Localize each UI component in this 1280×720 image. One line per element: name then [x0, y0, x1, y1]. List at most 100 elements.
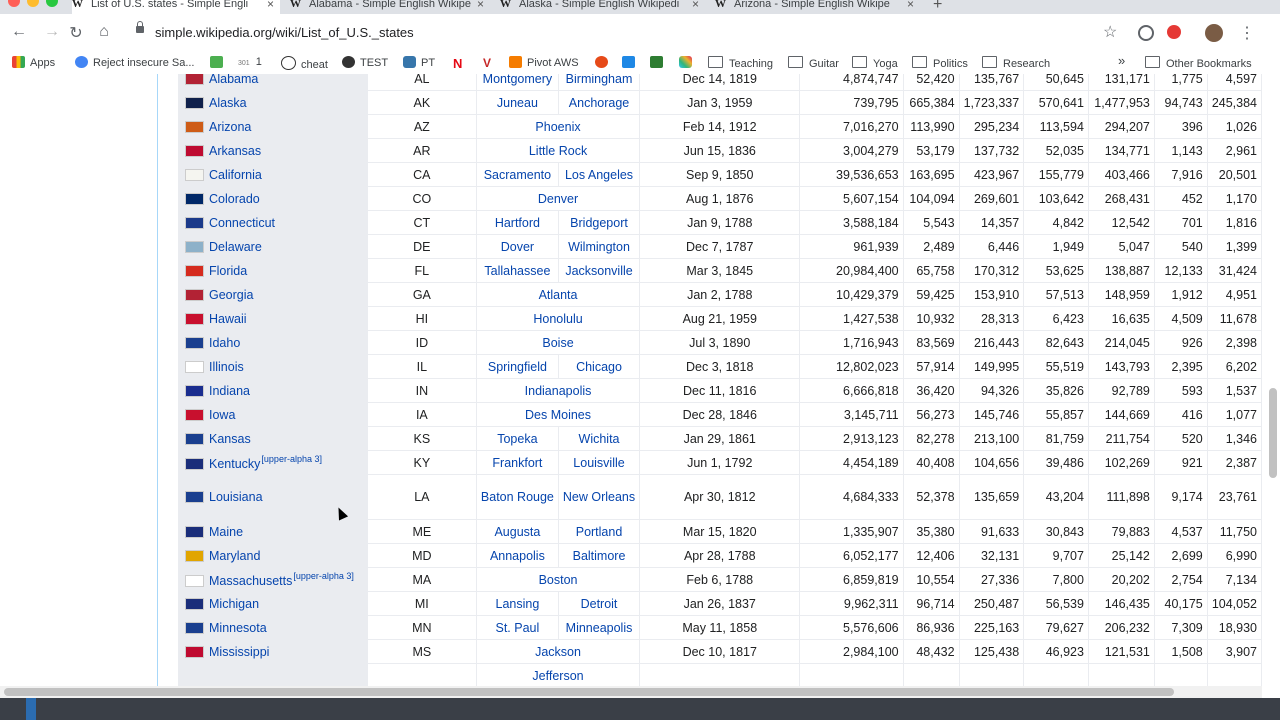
largest-city-link[interactable]: Jacksonville: [557, 258, 641, 283]
capital-link[interactable]: Frankfort: [475, 450, 559, 475]
state-name-link[interactable]: Hawaii: [209, 312, 247, 326]
capital-link[interactable]: Jefferson: [475, 663, 641, 686]
state-name-link[interactable]: Iowa: [209, 408, 235, 422]
vertical-scrollbar[interactable]: [1262, 74, 1280, 720]
zoom-window-button[interactable]: [46, 0, 58, 7]
capital-link[interactable]: Indianapolis: [475, 378, 641, 403]
back-icon[interactable]: ←: [9, 23, 29, 41]
folder-yoga[interactable]: Yoga: [852, 56, 898, 70]
close-tab-icon[interactable]: ×: [907, 0, 914, 10]
search-extension-icon[interactable]: [1138, 25, 1154, 41]
close-window-button[interactable]: [8, 0, 20, 7]
capital-link[interactable]: Sacramento: [475, 162, 559, 187]
capital-link[interactable]: Little Rock: [475, 138, 641, 163]
close-tab-icon[interactable]: ×: [692, 0, 699, 10]
horizontal-scrollbar[interactable]: [0, 686, 1262, 698]
bookmark-reject-insecure[interactable]: Reject insecure Sa...: [75, 56, 195, 69]
home-icon[interactable]: ⌂: [94, 23, 114, 41]
folder-research[interactable]: Research: [982, 56, 1050, 70]
more-bookmarks-icon[interactable]: »: [1118, 53, 1125, 68]
capital-link[interactable]: Des Moines: [475, 402, 641, 427]
folder-teaching[interactable]: Teaching: [708, 56, 773, 70]
capital-link[interactable]: Tallahassee: [475, 258, 559, 283]
avatar[interactable]: [1205, 24, 1223, 42]
bookmark-apps[interactable]: Apps: [12, 56, 55, 69]
bookmark-red[interactable]: [595, 56, 613, 69]
folder-other-bookmarks[interactable]: Other Bookmarks: [1145, 56, 1252, 70]
address-bar[interactable]: simple.wikipedia.org/wiki/List_of_U.S._s…: [126, 18, 1152, 48]
largest-city-link[interactable]: Louisville: [557, 450, 641, 475]
state-name-link[interactable]: Michigan: [209, 597, 259, 611]
state-name-link[interactable]: Arizona: [209, 120, 251, 134]
state-name-link[interactable]: Alaska: [209, 96, 247, 110]
largest-city-link[interactable]: Baltimore: [557, 543, 641, 568]
minimize-window-button[interactable]: [27, 0, 39, 7]
capital-link[interactable]: St. Paul: [475, 615, 559, 640]
bookmark-test[interactable]: TEST: [342, 56, 388, 69]
footnote-link[interactable]: [upper-alpha 3]: [261, 454, 322, 464]
state-name-link[interactable]: California: [209, 168, 262, 182]
state-name-link[interactable]: Georgia: [209, 288, 253, 302]
capital-link[interactable]: Baton Rouge: [475, 474, 559, 520]
tab-alabama[interactable]: W Alabama - Simple English Wikipe ×: [290, 0, 490, 14]
state-name-link[interactable]: Arkansas: [209, 144, 261, 158]
largest-city-link[interactable]: Chicago: [557, 354, 641, 379]
folder-guitar[interactable]: Guitar: [788, 56, 839, 70]
largest-city-link[interactable]: Anchorage: [557, 90, 641, 115]
largest-city-link[interactable]: Minneapolis: [557, 615, 641, 640]
state-name-link[interactable]: Mississippi: [209, 645, 269, 659]
capital-link[interactable]: Jackson: [475, 639, 641, 664]
capital-link[interactable]: Augusta: [475, 519, 559, 544]
largest-city-link[interactable]: New Orleans: [557, 474, 641, 520]
state-name-link[interactable]: Connecticut: [209, 216, 275, 230]
footnote-link[interactable]: [upper-alpha 3]: [293, 571, 354, 581]
bookmark-1[interactable]: 301 1: [238, 56, 262, 68]
capital-link[interactable]: Boston: [475, 567, 641, 592]
scrollbar-thumb[interactable]: [1269, 388, 1277, 478]
bookmark-pivot-aws[interactable]: Pivot AWS: [509, 56, 579, 69]
forward-icon[interactable]: →: [42, 23, 62, 41]
close-tab-icon[interactable]: ×: [267, 0, 274, 10]
state-name-link[interactable]: Illinois: [209, 360, 244, 374]
state-name-link[interactable]: Kansas: [209, 432, 251, 446]
state-name-link[interactable]: Alabama: [209, 74, 258, 86]
capital-link[interactable]: Phoenix: [475, 114, 641, 139]
state-name-link[interactable]: Maryland: [209, 549, 260, 563]
largest-city-link[interactable]: Detroit: [557, 591, 641, 616]
opera-extension-icon[interactable]: [1167, 25, 1181, 39]
state-name-link[interactable]: Kentucky: [209, 457, 260, 471]
capital-link[interactable]: Honolulu: [475, 306, 641, 331]
capital-link[interactable]: Lansing: [475, 591, 559, 616]
menu-kebab-icon[interactable]: ⋮: [1239, 23, 1255, 43]
capital-link[interactable]: Atlanta: [475, 282, 641, 307]
new-tab-icon[interactable]: +: [933, 0, 942, 14]
largest-city-link[interactable]: Wilmington: [557, 234, 641, 259]
capital-link[interactable]: Dover: [475, 234, 559, 259]
bookmark-pt[interactable]: PT: [403, 56, 435, 69]
capital-link[interactable]: Hartford: [475, 210, 559, 235]
largest-city-link[interactable]: Portland: [557, 519, 641, 544]
bookmark-v[interactable]: V: [483, 56, 491, 70]
capital-link[interactable]: Montgomery: [475, 74, 559, 91]
largest-city-link[interactable]: Birmingham: [557, 74, 641, 91]
capital-link[interactable]: Springfield: [475, 354, 559, 379]
capital-link[interactable]: Juneau: [475, 90, 559, 115]
tab-alaska[interactable]: W Alaska - Simple English Wikipedi ×: [500, 0, 705, 14]
folder-politics[interactable]: Politics: [912, 56, 968, 70]
state-name-link[interactable]: Louisiana: [209, 490, 263, 504]
state-name-link[interactable]: Indiana: [209, 384, 250, 398]
bookmark-green[interactable]: [650, 56, 668, 69]
tab-list-of-states[interactable]: W List of U.S. states - Simple Engli ×: [72, 0, 280, 14]
bookmark-blue[interactable]: [622, 56, 640, 69]
state-name-link[interactable]: Minnesota: [209, 621, 267, 635]
close-tab-icon[interactable]: ×: [477, 0, 484, 10]
capital-link[interactable]: Denver: [475, 186, 641, 211]
largest-city-link[interactable]: Bridgeport: [557, 210, 641, 235]
state-name-link[interactable]: Maine: [209, 525, 243, 539]
capital-link[interactable]: Boise: [475, 330, 641, 355]
bookmark-cheat[interactable]: cheat: [281, 56, 328, 71]
reload-icon[interactable]: ↻: [66, 23, 86, 43]
state-name-link[interactable]: Florida: [209, 264, 247, 278]
capital-link[interactable]: Annapolis: [475, 543, 559, 568]
bookmark-slack[interactable]: [679, 56, 697, 69]
